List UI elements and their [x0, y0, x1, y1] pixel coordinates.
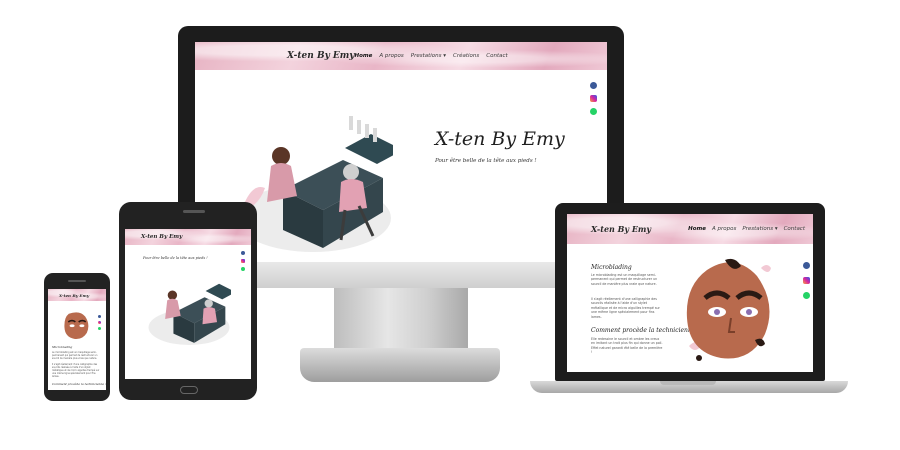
tablet-camera — [183, 210, 205, 213]
hero-subtitle: Pour être belle de la tête aux pieds ! — [435, 158, 537, 164]
whatsapp-icon[interactable] — [590, 108, 597, 115]
instagram-icon[interactable] — [590, 95, 597, 102]
responsive-mockup: X-ten By Emy Home A propos Prestations ▾… — [0, 0, 900, 450]
instagram-icon[interactable] — [98, 321, 101, 324]
tablet-screen: X-ten By Emy Pour être belle de la tête … — [125, 229, 251, 379]
hero-title: X-ten By Emy — [435, 128, 565, 150]
nav-services[interactable]: Prestations ▾ — [411, 53, 446, 59]
nav-home[interactable]: Home — [688, 226, 706, 232]
phone-section-text-2: Il s'agit réellement d'une calligraphie … — [52, 363, 100, 378]
whatsapp-icon[interactable] — [803, 292, 810, 299]
nav-contact[interactable]: Contact — [486, 53, 507, 59]
phone-site-logo[interactable]: X-ten By Emy — [59, 293, 89, 298]
phone-speaker — [68, 280, 86, 282]
nav-about[interactable]: A propos — [379, 53, 403, 59]
section-paragraph-1: Le microblading est un maquillage semi-p… — [591, 273, 658, 286]
section-title-microblading: Microblading — [591, 264, 632, 271]
whatsapp-icon[interactable] — [98, 327, 101, 330]
manicure-illustration — [235, 116, 393, 252]
tablet-home-button — [180, 386, 198, 394]
facebook-icon[interactable] — [241, 251, 245, 255]
nav-creations[interactable]: Créations — [453, 53, 479, 59]
nav-home[interactable]: Home — [355, 53, 373, 59]
site-logo[interactable]: X-ten By Emy — [287, 51, 355, 61]
tablet-hero-subtitle: Pour être belle de la tête aux pieds ! — [143, 256, 208, 260]
desktop-monitor-base — [300, 348, 500, 382]
tablet-social-links — [241, 251, 245, 271]
nav-contact[interactable]: Contact — [784, 226, 805, 232]
section-paragraph-2: Il s'agit réellement d'une calligraphie … — [591, 297, 660, 319]
section-paragraph-3: Elle redessine le sourcil et ombre les c… — [591, 337, 663, 355]
laptop-site-header: X-ten By Emy Home A propos Prestations ▾… — [567, 214, 813, 244]
site-header: X-ten By Emy Home A propos Prestations ▾… — [195, 42, 607, 70]
laptop-screen: X-ten By Emy Home A propos Prestations ▾… — [567, 214, 813, 372]
whatsapp-icon[interactable] — [241, 267, 245, 271]
social-links — [590, 82, 597, 115]
phone-site-header: X-ten By Emy — [48, 289, 106, 301]
facebook-icon[interactable] — [590, 82, 597, 89]
phone-face-illustration — [64, 312, 89, 339]
phone-screen: X-ten By Emy Microblading Le microbladin… — [48, 289, 106, 390]
instagram-icon[interactable] — [241, 259, 245, 263]
phone-section-text: Le microblading est un maquillage semi-p… — [52, 351, 98, 360]
laptop-social-links — [803, 262, 810, 299]
facebook-icon[interactable] — [803, 262, 810, 269]
laptop-main-nav: Home A propos Prestations ▾ Contact — [688, 226, 805, 232]
tablet-manicure-illustration — [148, 283, 231, 345]
face-illustration — [686, 258, 771, 361]
tablet-site-logo[interactable]: X-ten By Emy — [141, 234, 182, 240]
main-nav: Home A propos Prestations ▾ Créations Co… — [355, 53, 508, 59]
nav-services[interactable]: Prestations ▾ — [742, 226, 777, 232]
phone-section2-title: Comment procède la technicienne ? — [52, 382, 106, 386]
tablet-site-header: X-ten By Emy — [125, 229, 251, 245]
facebook-icon[interactable] — [98, 315, 101, 318]
nav-about[interactable]: A propos — [712, 226, 736, 232]
laptop-site-logo[interactable]: X-ten By Emy — [591, 224, 651, 234]
instagram-icon[interactable] — [803, 277, 810, 284]
desktop-monitor-stand — [334, 288, 468, 350]
laptop-notch — [660, 381, 716, 385]
phone-social-links — [98, 315, 101, 330]
phone-section-title: Microblading — [52, 345, 73, 349]
